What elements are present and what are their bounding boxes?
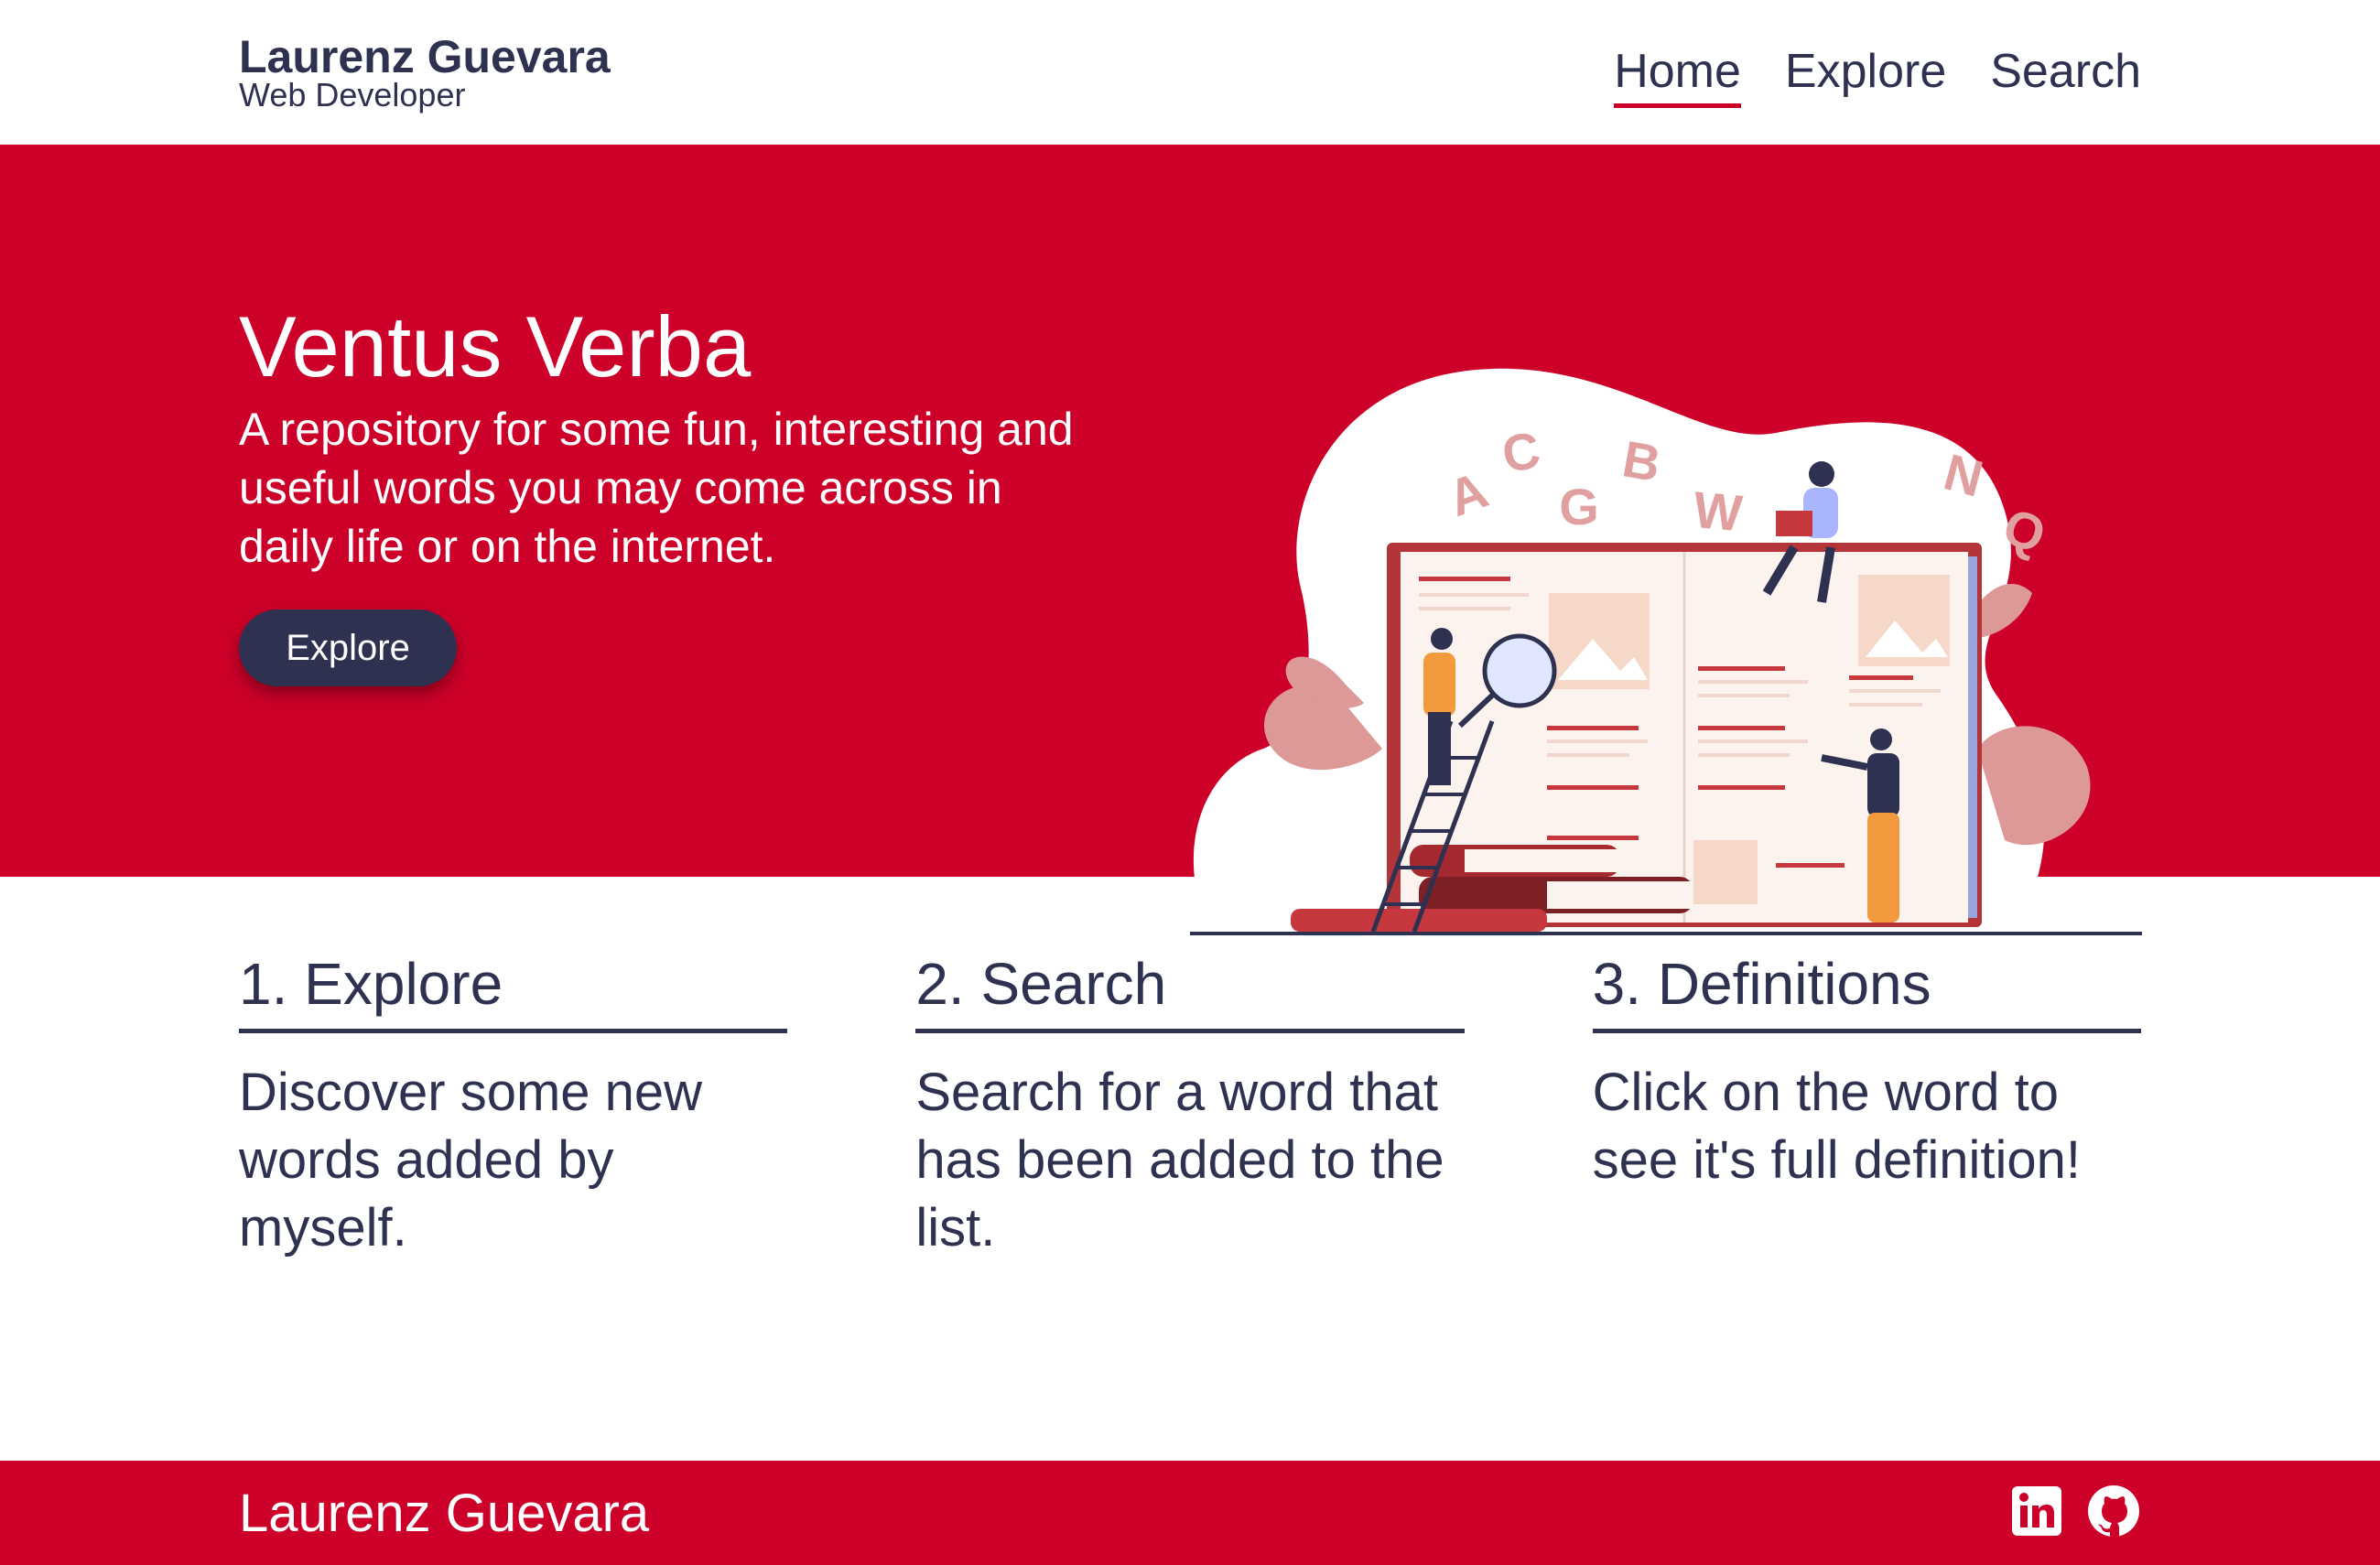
svg-text:W: W bbox=[1692, 480, 1745, 542]
linkedin-icon[interactable] bbox=[2009, 1484, 2064, 1538]
hero-text: Ventus Verba A repository for some fun, … bbox=[239, 296, 1090, 576]
brand-subtitle: Web Developer bbox=[239, 76, 466, 113]
brand[interactable]: Laurenz Guevara Web Developer bbox=[239, 31, 611, 112]
site-header: Laurenz Guevara Web Developer Home Explo… bbox=[0, 0, 2380, 145]
footer-name: Laurenz Guevara bbox=[239, 1484, 650, 1543]
feature-title: 3. Definitions bbox=[1592, 943, 2141, 1033]
feature-text: Search for a word that has been added to… bbox=[915, 1063, 1444, 1257]
main-nav: Home Explore Search bbox=[1614, 38, 2141, 108]
feature-explore: 1. Explore Discover some new words added… bbox=[239, 943, 788, 1262]
features-section: 1. Explore Discover some new words added… bbox=[239, 943, 2141, 1262]
site-footer: Laurenz Guevara bbox=[0, 1461, 2380, 1565]
book-illustration: A C G B W N Q bbox=[1190, 368, 2142, 935]
feature-title: 2. Search bbox=[915, 943, 1465, 1033]
nav-home[interactable]: Home bbox=[1614, 38, 1741, 108]
social-links bbox=[2009, 1484, 2141, 1538]
hero-title: Ventus Verba bbox=[239, 298, 752, 394]
nav-search[interactable]: Search bbox=[1990, 38, 2141, 104]
hero-section: Ventus Verba A repository for some fun, … bbox=[0, 145, 2380, 935]
hero-description: A repository for some fun, interesting a… bbox=[239, 404, 1074, 572]
github-icon[interactable] bbox=[2086, 1484, 2141, 1538]
svg-text:G: G bbox=[1559, 478, 1599, 535]
hero-illustration: A C G B W N Q bbox=[1190, 364, 2142, 945]
feature-search: 2. Search Search for a word that has bee… bbox=[915, 943, 1465, 1262]
feature-text: Click on the word to see it's full defin… bbox=[1592, 1063, 2082, 1190]
feature-text: Discover some new words added by myself. bbox=[239, 1063, 703, 1257]
explore-button[interactable]: Explore bbox=[239, 610, 457, 686]
brand-name: Laurenz Guevara bbox=[239, 31, 611, 82]
feature-title: 1. Explore bbox=[239, 943, 788, 1033]
nav-explore[interactable]: Explore bbox=[1785, 38, 1946, 104]
feature-definitions: 3. Definitions Click on the word to see … bbox=[1592, 943, 2141, 1262]
